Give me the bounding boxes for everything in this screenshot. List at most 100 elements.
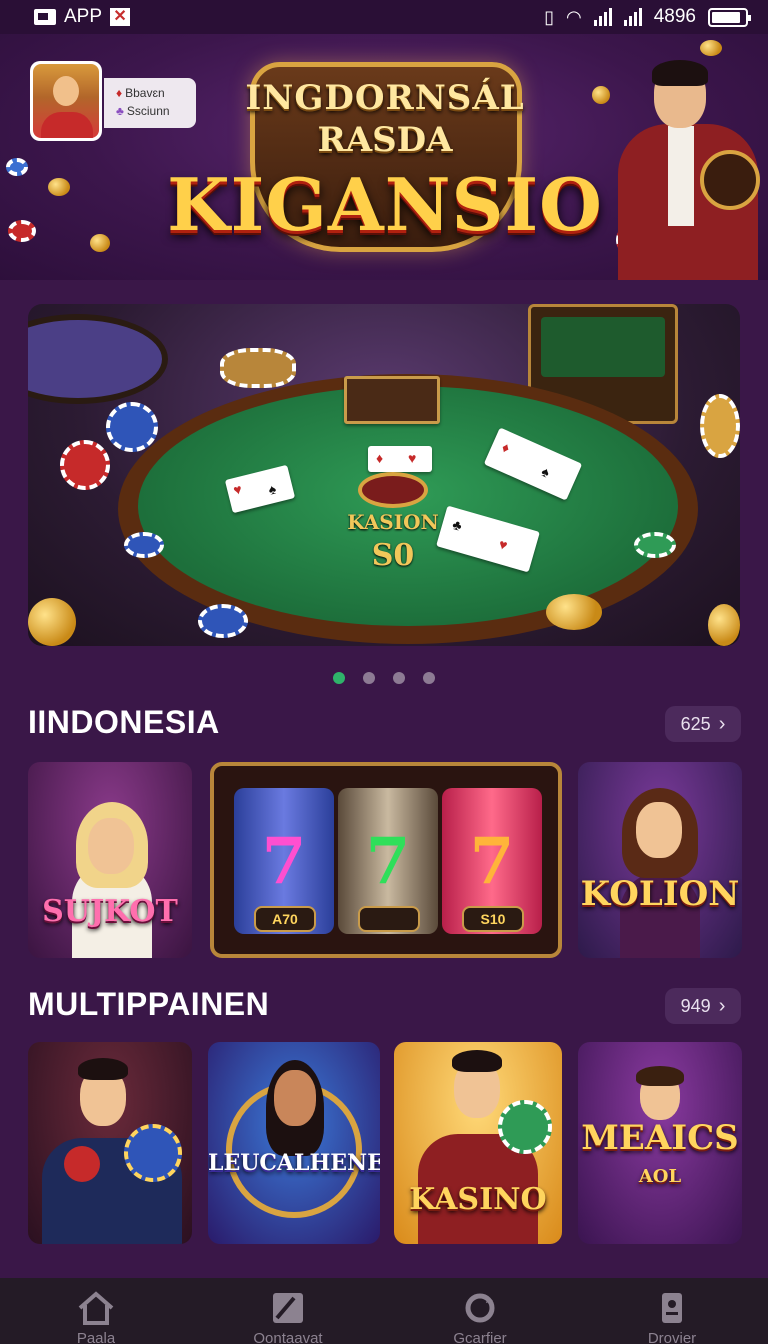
diamond-icon: ♦ bbox=[116, 86, 123, 100]
chip-decoration bbox=[106, 402, 158, 452]
nav-item-profile[interactable]: Drovier bbox=[612, 1290, 732, 1344]
image-icon bbox=[268, 1290, 308, 1326]
status-bar: APP ✕ ▯ ◠ 4896 bbox=[0, 0, 768, 34]
chip-decoration bbox=[198, 604, 248, 638]
game-tile-sujkot[interactable]: SUJKOT bbox=[28, 762, 192, 958]
slot-plate-3: S10 bbox=[462, 906, 524, 932]
chip-stack-decoration bbox=[220, 348, 296, 388]
chip-decoration bbox=[124, 1124, 182, 1182]
section-see-all-multippainen[interactable]: 949 › bbox=[665, 988, 741, 1024]
banner-table-value: S0 bbox=[371, 538, 415, 573]
game-tile-slot-777[interactable]: 7 7 7 A70 S10 bbox=[210, 762, 562, 958]
table-emblem bbox=[358, 472, 428, 508]
profile-info[interactable]: ♦ Bbavɛn ♣ Ssciunn bbox=[104, 78, 196, 128]
game-tile-label: SUJKOT bbox=[42, 894, 178, 929]
coin-decoration bbox=[28, 598, 76, 646]
profile-avatar-card[interactable] bbox=[30, 61, 102, 141]
game-tile-label: KOLION bbox=[580, 874, 740, 914]
coin-decoration bbox=[708, 604, 740, 646]
wifi-icon: ◠ bbox=[566, 6, 582, 27]
hero-title-line-1: INGDORNSÁL bbox=[245, 78, 525, 118]
profile-line-2: Ssciunn bbox=[126, 104, 170, 118]
vibrate-icon: ▯ bbox=[544, 6, 554, 27]
carousel-dot-3[interactable] bbox=[393, 672, 405, 684]
card-tray-illustration bbox=[344, 376, 440, 424]
orb-decoration bbox=[64, 1146, 100, 1182]
game-tile-kolion[interactable]: KOLION bbox=[578, 762, 742, 958]
signal-icon bbox=[593, 8, 612, 26]
slot-plate-1: A70 bbox=[254, 906, 316, 932]
nav-label: Drovier bbox=[647, 1330, 697, 1344]
host-shirt bbox=[668, 126, 694, 226]
battery-icon bbox=[708, 7, 751, 27]
chip-decoration bbox=[498, 1100, 552, 1154]
game-tile-label: MEAICS bbox=[581, 1118, 739, 1158]
club-icon: ♣ bbox=[116, 104, 124, 118]
banner-table-label: KASION bbox=[347, 510, 439, 534]
game-tile-sublabel: AOL bbox=[638, 1166, 682, 1187]
medal-icon bbox=[700, 150, 760, 210]
profile-card-icon bbox=[652, 1290, 692, 1326]
status-app-label: APP bbox=[64, 6, 103, 27]
hero-title-line-2: RASDA bbox=[317, 120, 453, 160]
game-tile-label: KASINO bbox=[409, 1182, 547, 1217]
game-tile-host[interactable] bbox=[28, 1042, 192, 1244]
hero-header: ♦ Bbavɛn ♣ Ssciunn INGDORNSÁL RASDA KIGANS… bbox=[0, 34, 768, 280]
avatar bbox=[33, 64, 99, 138]
chevron-right-icon: › bbox=[718, 994, 726, 1017]
nav-label: Paala bbox=[76, 1330, 116, 1344]
home-icon bbox=[76, 1290, 116, 1326]
tile-figure-face bbox=[636, 802, 682, 858]
tile-figure-hair bbox=[452, 1050, 502, 1072]
game-tile-label: LEUCALHENE bbox=[208, 1150, 380, 1176]
nav-label: Oontaavat bbox=[253, 1330, 323, 1344]
chip-decoration bbox=[6, 158, 28, 176]
refresh-icon bbox=[460, 1290, 500, 1326]
chip-decoration bbox=[8, 220, 36, 242]
game-tile-meaics[interactable]: MEAICS AOL bbox=[578, 1042, 742, 1244]
host-hair bbox=[652, 60, 708, 86]
tile-figure-hair bbox=[636, 1066, 684, 1086]
app-icon bbox=[34, 9, 56, 25]
roulette-wheel-illustration bbox=[28, 314, 168, 404]
tile-figure-hair bbox=[78, 1058, 128, 1080]
coin-decoration bbox=[48, 178, 70, 196]
chip-decoration bbox=[124, 532, 164, 558]
chip-decoration bbox=[634, 532, 676, 558]
chip-decoration bbox=[60, 440, 110, 490]
profile-line-1: Bbavɛn bbox=[125, 86, 165, 100]
nav-item-gallery[interactable]: Oontaavat bbox=[228, 1290, 348, 1344]
signal-icon-2 bbox=[623, 8, 642, 26]
status-right: ▯ ◠ 4896 bbox=[544, 6, 751, 28]
carousel-dot-4[interactable] bbox=[423, 672, 435, 684]
nav-label: Gcarfier bbox=[453, 1330, 507, 1344]
carousel-indicator bbox=[0, 672, 768, 684]
section-title-indonesia: IINDONESIA bbox=[28, 704, 220, 740]
carousel-dot-1[interactable] bbox=[333, 672, 345, 684]
coin-decoration bbox=[546, 594, 602, 630]
game-tile-leucalhene[interactable]: LEUCALHENE bbox=[208, 1042, 380, 1244]
status-left: APP ✕ bbox=[34, 6, 131, 28]
game-tile-kasino[interactable]: KASINO bbox=[394, 1042, 562, 1244]
coin-decoration bbox=[592, 86, 610, 104]
bottom-navigation: Paala Oontaavat Gcarfier Drovier bbox=[0, 1278, 768, 1344]
section-see-all-indonesia[interactable]: 625 › bbox=[665, 706, 741, 742]
hero-title-main: KIGANSIO bbox=[167, 162, 603, 247]
playing-card-illustration: ♦ ♥ bbox=[368, 446, 432, 472]
nav-item-home[interactable]: Paala bbox=[36, 1290, 156, 1344]
chip-decoration bbox=[700, 394, 740, 458]
close-x-icon: ✕ bbox=[110, 8, 131, 26]
slot-screen bbox=[541, 317, 665, 377]
section-count: 625 bbox=[680, 713, 711, 734]
coin-decoration bbox=[90, 234, 110, 252]
coin-decoration bbox=[700, 40, 722, 56]
carousel-dot-2[interactable] bbox=[363, 672, 375, 684]
section-count: 949 bbox=[680, 995, 711, 1016]
tile-figure-face bbox=[274, 1070, 316, 1126]
promo-banner[interactable]: ♥ ♠ ♦ ♥ ♣ ♥ ♦ ♠ KASION S0 bbox=[28, 304, 740, 646]
tile-figure-face bbox=[88, 818, 134, 874]
hero-host-illustration bbox=[618, 60, 760, 280]
battery-text: 4896 bbox=[653, 6, 696, 27]
slot-plate-2 bbox=[358, 906, 420, 932]
nav-item-refresh[interactable]: Gcarfier bbox=[420, 1290, 540, 1344]
